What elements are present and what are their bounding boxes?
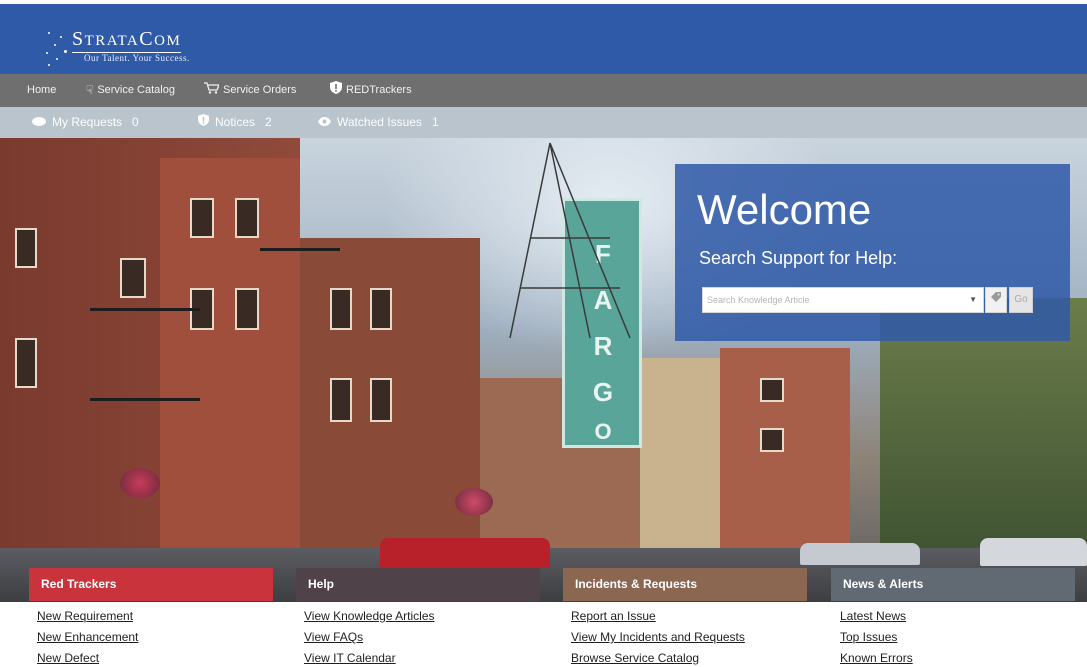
incidents-requests-links: Report an Issue View My Incidents and Re… bbox=[571, 606, 745, 667]
help-links: View Knowledge Articles View FAQs View I… bbox=[304, 606, 435, 667]
view-faqs-link[interactable]: View FAQs bbox=[304, 627, 435, 648]
tag-icon bbox=[990, 292, 1002, 306]
category-incidents-requests: Incidents & Requests bbox=[563, 568, 807, 601]
view-it-calendar-link[interactable]: View IT Calendar bbox=[304, 648, 435, 667]
news-alerts-links: Latest News Top Issues Known Errors bbox=[840, 606, 913, 667]
tag-filter-button[interactable] bbox=[985, 287, 1007, 313]
category-red-trackers: Red Trackers bbox=[29, 568, 273, 601]
search-support-label: Search Support for Help: bbox=[699, 248, 898, 268]
red-trackers-links: New Requirement New Enhancement New Defe… bbox=[37, 606, 138, 667]
dropdown-arrow-icon[interactable]: ▼ bbox=[969, 295, 977, 304]
view-my-incidents-link[interactable]: View My Incidents and Requests bbox=[571, 627, 745, 648]
nav-service-orders[interactable]: Service Orders bbox=[204, 74, 296, 107]
cart-icon bbox=[204, 74, 220, 107]
new-requirement-link[interactable]: New Requirement bbox=[37, 606, 138, 627]
main-nav: Home ☟ Service Catalog Service Orders RED… bbox=[0, 74, 1087, 107]
category-help: Help bbox=[296, 568, 540, 601]
browse-service-catalog-link[interactable]: Browse Service Catalog bbox=[571, 648, 745, 667]
shield-icon bbox=[330, 74, 342, 107]
search-input[interactable] bbox=[703, 288, 958, 312]
go-button[interactable]: Go bbox=[1009, 287, 1033, 313]
new-defect-link[interactable]: New Defect bbox=[37, 648, 138, 667]
eye-icon bbox=[318, 108, 331, 139]
my-requests-link[interactable]: My Requests 0 bbox=[32, 107, 139, 138]
watched-issues-count: 1 bbox=[431, 115, 439, 129]
top-issues-link[interactable]: Top Issues bbox=[840, 627, 913, 648]
status-bar: My Requests 0 Notices 2 Watched Issues 1 bbox=[0, 107, 1087, 138]
logo-dots-icon bbox=[44, 26, 70, 70]
header-bar: STRATACOM Our Talent. Your Success. bbox=[0, 0, 1087, 74]
new-enhancement-link[interactable]: New Enhancement bbox=[37, 627, 138, 648]
brand-name: STRATACOM bbox=[72, 28, 182, 53]
known-errors-link[interactable]: Known Errors bbox=[840, 648, 913, 667]
nav-home[interactable]: Home bbox=[27, 74, 56, 107]
brand-tagline: Our Talent. Your Success. bbox=[84, 53, 190, 63]
welcome-panel: Welcome Search Support for Help: ▼ Go bbox=[675, 164, 1070, 341]
nav-service-catalog[interactable]: ☟ Service Catalog bbox=[86, 74, 175, 107]
latest-news-link[interactable]: Latest News bbox=[840, 606, 913, 627]
my-requests-count: 0 bbox=[132, 115, 139, 129]
shield-icon bbox=[198, 108, 209, 139]
hand-pointer-icon: ☟ bbox=[86, 83, 94, 97]
category-news-alerts: News & Alerts bbox=[831, 568, 1075, 601]
watched-issues-link[interactable]: Watched Issues 1 bbox=[318, 107, 439, 138]
search-box: ▼ bbox=[702, 287, 984, 313]
dot-icon bbox=[32, 108, 46, 139]
notices-link[interactable]: Notices 2 bbox=[198, 107, 272, 138]
report-issue-link[interactable]: Report an Issue bbox=[571, 606, 745, 627]
welcome-title: Welcome bbox=[697, 186, 872, 233]
stratacom-logo[interactable]: STRATACOM Our Talent. Your Success. bbox=[44, 26, 234, 70]
notices-count: 2 bbox=[265, 115, 272, 129]
view-knowledge-articles-link[interactable]: View Knowledge Articles bbox=[304, 606, 435, 627]
nav-redtrackers[interactable]: REDTrackers bbox=[330, 74, 412, 107]
